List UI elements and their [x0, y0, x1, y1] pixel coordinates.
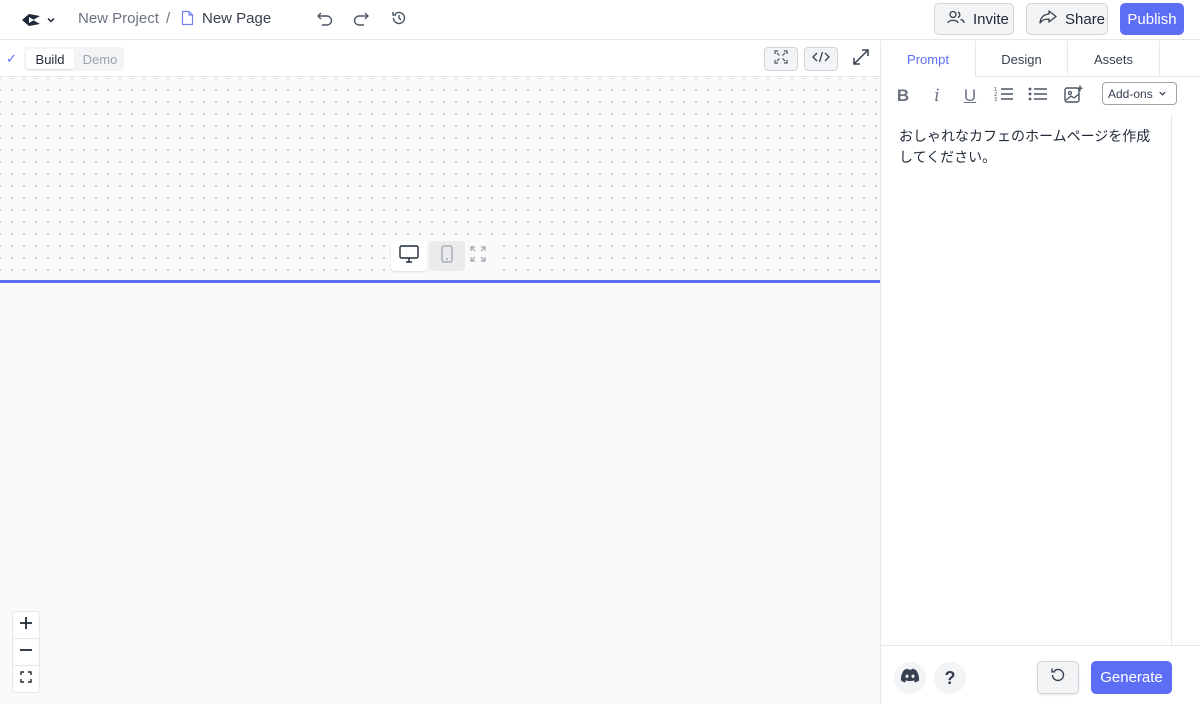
tab-design[interactable]: Design — [976, 41, 1068, 77]
mode-toggle: Build Demo — [24, 47, 124, 71]
history-icon — [391, 10, 407, 31]
breadcrumb-project[interactable]: New Project — [78, 10, 159, 27]
share-icon — [1039, 10, 1057, 28]
monitor-icon — [399, 244, 419, 268]
app-logo-menu[interactable] — [20, 9, 58, 31]
undo-icon — [316, 10, 334, 31]
code-view-button[interactable] — [804, 47, 838, 71]
page-file-icon — [181, 10, 194, 31]
tab-assets[interactable]: Assets — [1068, 41, 1160, 77]
fit-view-icon — [20, 670, 32, 688]
history-button[interactable] — [388, 9, 410, 31]
zoom-controls — [12, 611, 40, 693]
users-icon — [947, 10, 965, 28]
ordered-list-icon: 123 — [994, 86, 1014, 107]
svg-text:3: 3 — [994, 97, 997, 102]
zoom-in-button[interactable] — [13, 612, 39, 638]
invite-label: Invite — [973, 10, 1009, 28]
plus-icon — [19, 616, 33, 635]
code-icon — [812, 50, 830, 68]
fullscreen-icon — [470, 245, 486, 267]
mode-build-button[interactable]: Build — [26, 49, 74, 69]
fit-screen-icon — [774, 49, 788, 69]
italic-button[interactable]: i — [926, 85, 948, 107]
panel-footer: ? Generate — [881, 645, 1200, 704]
redo-button[interactable] — [350, 9, 372, 31]
minus-icon — [19, 643, 33, 662]
expand-icon — [852, 48, 870, 71]
mobile-view-button[interactable] — [429, 241, 465, 271]
check-icon: ✓ — [6, 51, 17, 66]
ordered-list-button[interactable]: 123 — [993, 85, 1015, 107]
device-toggle — [390, 240, 500, 272]
refresh-icon — [1049, 666, 1067, 689]
phone-icon — [441, 244, 453, 268]
publish-button[interactable]: Publish — [1120, 3, 1184, 35]
invite-button[interactable]: Invite — [934, 3, 1014, 35]
chevron-down-icon — [1158, 87, 1167, 101]
page-frame[interactable] — [0, 283, 880, 704]
mode-demo-button[interactable]: Demo — [78, 49, 122, 69]
breadcrumb-separator: / — [166, 10, 171, 27]
discord-icon — [900, 668, 920, 688]
breadcrumb-page[interactable]: New Page — [202, 10, 271, 27]
reset-button[interactable] — [1037, 661, 1079, 694]
format-toolbar: B i U 123 Add-ons — [881, 78, 1200, 114]
top-bar: New Project / New Page Invite Share Publ… — [0, 0, 1200, 40]
bullet-list-button[interactable] — [1027, 85, 1049, 107]
undo-button[interactable] — [314, 9, 336, 31]
underline-button[interactable]: U — [959, 85, 981, 107]
app-logo-icon — [20, 12, 42, 28]
help-button[interactable]: ? — [934, 662, 966, 694]
share-label: Share — [1065, 10, 1106, 28]
canvas-toolbar: ✓ Build Demo — [0, 41, 880, 77]
addons-dropdown[interactable]: Add-ons — [1102, 82, 1177, 105]
discord-button[interactable] — [894, 662, 926, 694]
panel-tabs: Prompt Design Assets — [881, 41, 1200, 77]
chevron-down-icon — [46, 15, 56, 25]
zoom-fit-button[interactable] — [13, 666, 39, 692]
bold-button[interactable]: B — [892, 85, 914, 107]
redo-icon — [352, 10, 370, 31]
tab-prompt[interactable]: Prompt — [881, 41, 976, 77]
desktop-view-button[interactable] — [391, 241, 427, 271]
fit-screen-button[interactable] — [764, 47, 798, 71]
generate-button[interactable]: Generate — [1091, 661, 1172, 694]
zoom-out-button[interactable] — [13, 639, 39, 665]
bullet-list-icon — [1028, 86, 1048, 107]
fullscreen-preview-button[interactable] — [468, 245, 488, 267]
prompt-input[interactable]: おしゃれなカフェのホームページを作成してください。 — [899, 127, 1161, 637]
insert-image-button[interactable] — [1063, 85, 1085, 107]
addons-label: Add-ons — [1108, 86, 1153, 101]
share-button[interactable]: Share — [1026, 3, 1108, 35]
expand-button[interactable] — [851, 48, 871, 71]
image-add-icon — [1064, 85, 1084, 108]
prompt-scrollbar[interactable] — [1171, 114, 1172, 645]
right-panel: Prompt Design Assets B i U 123 Add-ons お… — [880, 41, 1200, 704]
